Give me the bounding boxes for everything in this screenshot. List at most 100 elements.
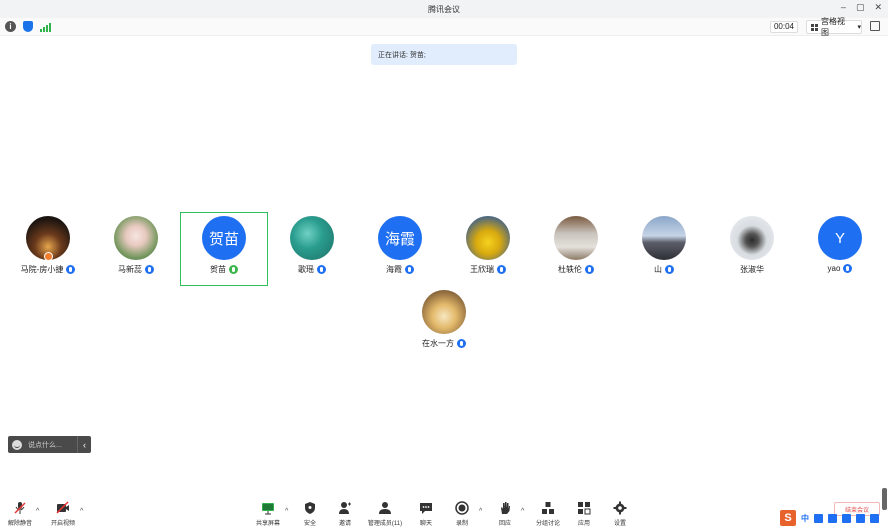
- share-screen-button[interactable]: 共享屏幕: [254, 501, 282, 527]
- mic-icon: [665, 265, 674, 274]
- participant-tile[interactable]: 王欣瑞: [444, 212, 532, 286]
- scrollbar-handle[interactable]: [882, 488, 887, 510]
- participant-tile[interactable]: 张淑华: [708, 212, 796, 286]
- avatar: [642, 216, 686, 260]
- record-button[interactable]: 录制: [452, 501, 472, 527]
- chat-quick-input[interactable]: 说点什么... ‹: [8, 436, 91, 453]
- participant-tile[interactable]: 海霞 海霞: [356, 212, 444, 286]
- speaking-indicator: 正在讲话: 贺苗;: [371, 44, 517, 65]
- apps-icon: [578, 502, 591, 515]
- maximize-button[interactable]: ▢: [856, 2, 865, 13]
- mic-speaking-icon: [229, 265, 238, 274]
- participant-tile-active[interactable]: 贺苗 贺苗: [180, 212, 268, 286]
- reactions-button[interactable]: 回应: [495, 501, 515, 527]
- unmute-options-caret[interactable]: ^: [36, 508, 39, 515]
- participant-name: 张淑华: [740, 265, 764, 274]
- signal-icon[interactable]: [40, 22, 51, 32]
- settings-label: 设置: [613, 521, 626, 527]
- video-options-caret[interactable]: ^: [80, 508, 83, 515]
- participant-tile[interactable]: 歌瑶: [268, 212, 356, 286]
- participant-name: 贺苗: [210, 265, 226, 274]
- mic-icon: [405, 265, 414, 274]
- close-button[interactable]: ✕: [874, 2, 882, 13]
- chat-placeholder: 说点什么...: [28, 441, 62, 449]
- mic-icon: [497, 265, 506, 274]
- view-mode-label: 宫格视图: [821, 17, 845, 37]
- hand-icon: [501, 502, 510, 514]
- status-bar: i 00:04 宫格视图 ▾: [0, 17, 888, 37]
- emoji-icon[interactable]: [12, 439, 22, 450]
- participant-tile[interactable]: 山: [620, 212, 708, 286]
- record-label: 录制: [455, 521, 468, 527]
- participant-tile[interactable]: 在水一方: [400, 286, 488, 360]
- mic-icon: [66, 265, 76, 274]
- settings-button[interactable]: 设置: [610, 501, 630, 527]
- participant-tile[interactable]: 马院-房小捷: [4, 212, 92, 286]
- fullscreen-icon[interactable]: [870, 21, 880, 31]
- record-options-caret[interactable]: ^: [479, 508, 482, 515]
- mic-muted-icon: [14, 502, 26, 514]
- breakout-label: 分组讨论: [535, 521, 560, 527]
- security-label: 安全: [303, 521, 316, 527]
- share-screen-label: 共享屏幕: [255, 521, 280, 527]
- meeting-timer: 00:04: [770, 21, 798, 33]
- start-video-label: 开启视频: [50, 521, 75, 527]
- members-icon: [379, 502, 391, 514]
- start-video-button[interactable]: 开启视频: [49, 501, 77, 527]
- apps-button[interactable]: 应用: [574, 501, 594, 527]
- mic-icon: [585, 265, 594, 274]
- participant-tile[interactable]: 杜轶伦: [532, 212, 620, 286]
- meeting-toolbar: 解除静音 ^ 开启视频 ^ 共享屏幕 ^ 安全 邀请 管理成员(11) 聊天 录…: [0, 498, 888, 529]
- reactions-options-caret[interactable]: ^: [521, 508, 524, 515]
- avatar: [290, 216, 334, 260]
- collapse-chat-button[interactable]: ‹: [77, 436, 91, 453]
- share-options-caret[interactable]: ^: [285, 508, 288, 515]
- camera-off-icon: [56, 501, 69, 514]
- participant-tile[interactable]: Y yao: [796, 212, 884, 286]
- chat-icon: [420, 503, 432, 514]
- participant-name: 杜轶伦: [558, 265, 582, 274]
- avatar: 贺苗: [202, 216, 246, 260]
- chevron-down-icon: ▾: [857, 24, 861, 31]
- view-mode-button[interactable]: 宫格视图 ▾: [806, 17, 862, 37]
- manage-members-button[interactable]: 管理成员(11): [365, 501, 405, 527]
- ime-language[interactable]: 中: [801, 513, 809, 524]
- minimize-button[interactable]: –: [841, 2, 846, 13]
- title-bar: 腾讯会议 – ▢ ✕: [0, 0, 888, 18]
- toolbox-icon[interactable]: [870, 513, 879, 523]
- participant-name: yao: [827, 264, 841, 273]
- punctuation-icon[interactable]: [814, 513, 823, 523]
- meeting-window: 腾讯会议 – ▢ ✕ i 00:04 宫格视图 ▾ 正在讲话: 贺苗; 马院-房…: [0, 0, 888, 529]
- status-icons: i: [5, 21, 51, 32]
- mic-icon: [457, 339, 466, 348]
- voice-icon[interactable]: [828, 513, 837, 523]
- mic-icon: [317, 265, 326, 274]
- invite-label: 邀请: [338, 521, 351, 527]
- skin-icon[interactable]: [856, 513, 865, 523]
- chat-label: 聊天: [419, 521, 432, 527]
- record-icon: [455, 501, 469, 515]
- participant-name: 海霞: [386, 265, 402, 274]
- unmute-button[interactable]: 解除静音: [6, 501, 34, 527]
- shield-icon: [305, 502, 315, 514]
- window-controls: – ▢ ✕: [841, 2, 882, 13]
- reactions-label: 回应: [498, 521, 511, 527]
- participant-name: 歌瑶: [298, 265, 314, 274]
- avatar: Y: [818, 216, 862, 260]
- avatar: [730, 216, 774, 260]
- participant-name: 山: [654, 265, 662, 274]
- breakout-rooms-button[interactable]: 分组讨论: [533, 501, 563, 527]
- participant-tile[interactable]: 马新蕊: [92, 212, 180, 286]
- avatar: [422, 290, 466, 334]
- sogou-logo-icon[interactable]: S: [780, 510, 796, 526]
- invite-button[interactable]: 邀请: [335, 501, 355, 527]
- shield-icon[interactable]: [23, 21, 33, 32]
- mic-icon: [843, 264, 853, 273]
- avatar: [114, 216, 158, 260]
- chat-button[interactable]: 聊天: [416, 501, 436, 527]
- unmute-label: 解除静音: [7, 521, 32, 527]
- apps-label: 应用: [577, 521, 590, 527]
- keyboard-icon[interactable]: [842, 513, 851, 523]
- security-button[interactable]: 安全: [300, 501, 320, 527]
- info-icon[interactable]: i: [5, 21, 16, 32]
